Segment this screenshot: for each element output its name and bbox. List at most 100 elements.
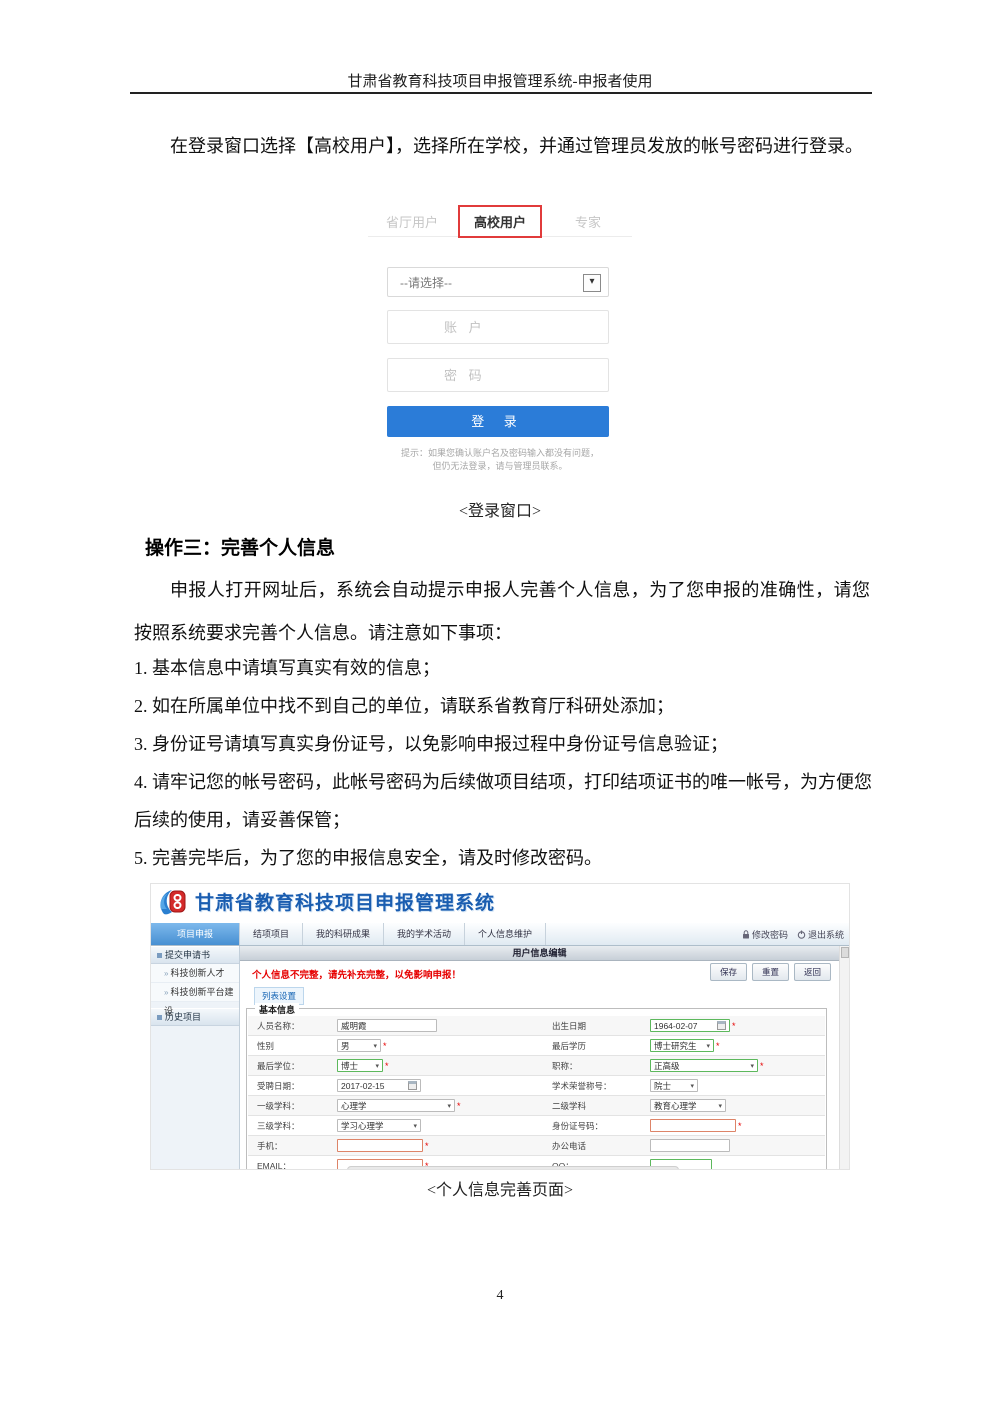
change-password-link[interactable]: 修改密码	[742, 928, 788, 941]
tab-provincial-user[interactable]: 省厅用户	[368, 212, 456, 231]
logout-link[interactable]: 退出系统	[797, 928, 844, 941]
fieldset-legend: 基本信息	[255, 1003, 299, 1016]
required-asterisk	[732, 1021, 736, 1031]
degree-select[interactable]: 博士▾	[337, 1059, 383, 1072]
nav-tab-academic-activities[interactable]: 我的学术活动	[384, 923, 465, 945]
header-rule	[130, 92, 872, 94]
sidebar-group-submit[interactable]: 提交申请书	[151, 946, 239, 964]
main-panel: 用户信息编辑 个人信息不完整，请先补充完整，以免影响申报！ 保存 重置 返回 列…	[240, 946, 839, 1170]
field-label: 三级学科：	[257, 1120, 337, 1132]
calendar-icon[interactable]	[717, 1021, 726, 1030]
scrollbar-thumb[interactable]	[841, 947, 849, 958]
required-asterisk	[738, 1121, 742, 1131]
login-hint: 提示：如果您确认账户名及密码输入都没有问题， 但仍无法登录，请与管理员联系。	[368, 447, 632, 473]
logout-label: 退出系统	[808, 928, 844, 941]
hire-date-input[interactable]: 2017-02-15	[337, 1079, 421, 1092]
reset-button[interactable]: 重置	[752, 963, 789, 981]
field-label: 一级学科：	[257, 1100, 337, 1112]
list-item: 2. 如在所属单位中找不到自己的单位，请联系省教育厅科研处添加；	[134, 687, 872, 725]
nav-right: 修改密码 退出系统	[742, 923, 844, 946]
list-item: 3. 身份证号请填写真实身份证号，以免影响申报过程中身份证号信息验证；	[134, 725, 872, 763]
login-window-screenshot: 省厅用户 高校用户 专家 --请选择-- ▾ 账 户 密 码 登 录 提示：如果…	[368, 206, 632, 486]
school-select[interactable]: --请选择-- ▾	[387, 267, 609, 297]
table-row: 三级学科： 学习心理学▾ 身份证号码：	[248, 1116, 825, 1136]
field-label: 办公电话	[552, 1140, 650, 1152]
lock-icon	[742, 930, 750, 939]
field-label: 身份证号码：	[552, 1120, 650, 1132]
nav-tab-project-apply[interactable]: 项目申报	[151, 923, 240, 945]
mobile-input[interactable]	[337, 1139, 423, 1152]
list-item: 4. 请牢记您的帐号密码，此帐号密码为后续做项目结项，打印结项证书的唯一帐号，为…	[134, 763, 872, 839]
discipline1-select[interactable]: 心理学▾	[337, 1099, 455, 1112]
nav-tab-project-closure[interactable]: 结项项目	[240, 923, 303, 945]
login-caption: <登录窗口>	[0, 497, 1000, 521]
form-rows: 人员名称： 威明霞 出生日期 1964-02-07	[248, 1016, 825, 1170]
table-row: 受聘日期： 2017-02-15 学术荣誉称号： 院士▾	[248, 1076, 825, 1096]
chevron-down-icon: ▾	[718, 1102, 722, 1110]
table-row: 一级学科： 心理学▾ 二级学科 教育心理学▾	[248, 1096, 825, 1116]
login-hint-line2: 但仍无法登录，请与管理员联系。	[368, 460, 632, 473]
list-item: 5. 完善完毕后，为了您的申报信息安全，请及时修改密码。	[134, 839, 872, 877]
red-highlight-frame: 高校用户	[458, 205, 542, 238]
save-button[interactable]: 保存	[710, 963, 747, 981]
discipline3-select[interactable]: 学习心理学▾	[337, 1119, 421, 1132]
required-asterisk	[385, 1061, 389, 1071]
change-password-label: 修改密码	[752, 928, 788, 941]
back-button[interactable]: 返回	[794, 963, 831, 981]
honor-select[interactable]: 院士▾	[650, 1079, 698, 1092]
table-row: 最后学位： 博士▾ 职称： 正高级▾	[248, 1056, 825, 1076]
action-buttons: 保存 重置 返回	[710, 963, 831, 981]
login-hint-line1: 提示：如果您确认账户名及密码输入都没有问题，	[368, 447, 632, 460]
education-select[interactable]: 博士研究生▾	[650, 1039, 714, 1052]
field-label: 人员名称：	[257, 1020, 337, 1032]
sidebar-group-history[interactable]: 历史项目	[151, 1008, 239, 1026]
profile-page-screenshot: 甘肃省教育科技项目申报管理系统 项目申报 结项项目 我的科研成果 我的学术活动 …	[150, 883, 850, 1170]
title-select[interactable]: 正高级▾	[650, 1059, 758, 1072]
name-input[interactable]: 威明霞	[337, 1019, 437, 1032]
field-label: 手机：	[257, 1140, 337, 1152]
chevron-down-icon: ▾	[413, 1122, 417, 1130]
birthdate-input[interactable]: 1964-02-07	[650, 1019, 730, 1032]
field-label: 受聘日期：	[257, 1080, 337, 1092]
doc-header-title: 甘肃省教育科技项目申报管理系统-申报者使用	[0, 70, 1000, 91]
nav-tab-personal-info[interactable]: 个人信息维护	[465, 923, 546, 945]
discipline2-select[interactable]: 教育心理学▾	[650, 1099, 726, 1112]
portal-title: 甘肃省教育科技项目申报管理系统	[195, 884, 495, 923]
cutoff-input	[347, 1166, 679, 1170]
required-asterisk	[457, 1101, 461, 1111]
calendar-icon[interactable]	[408, 1081, 417, 1090]
required-asterisk	[760, 1061, 764, 1071]
sidebar-item-innovation-talent[interactable]: »科技创新人才	[151, 964, 239, 983]
paragraph-profile-intro: 申报人打开网址后，系统会自动提示申报人完善个人信息，为了您申报的准确性，请您按照…	[134, 569, 870, 655]
tab-university-user[interactable]: 高校用户	[456, 205, 544, 238]
power-icon	[797, 930, 806, 939]
gender-select[interactable]: 男▾	[337, 1039, 381, 1052]
sidebar-item-label: 科技创新人才	[170, 968, 224, 978]
item-arrow-icon: »	[164, 969, 168, 978]
required-asterisk	[425, 1141, 429, 1151]
notes-list: 1. 基本信息中请填写真实有效的信息； 2. 如在所属单位中找不到自己的单位，请…	[134, 649, 872, 877]
tab-expert[interactable]: 专家	[544, 212, 632, 231]
scrollbar[interactable]	[839, 946, 849, 1170]
login-button[interactable]: 登 录	[387, 406, 609, 437]
office-phone-input[interactable]	[650, 1139, 730, 1152]
field-label: 最后学位：	[257, 1060, 337, 1072]
sidebar-item-innovation-platform[interactable]: »科技创新平台建设	[151, 983, 239, 1002]
table-row: 人员名称： 威明霞 出生日期 1964-02-07	[248, 1016, 825, 1036]
password-input[interactable]: 密 码	[387, 358, 609, 392]
app-logo-icon	[157, 887, 190, 920]
account-input[interactable]: 账 户	[387, 310, 609, 344]
field-label: EMAIL：	[257, 1160, 337, 1171]
chevron-down-icon[interactable]: ▾	[583, 274, 601, 292]
field-label: 二级学科	[552, 1100, 650, 1112]
field-label: 出生日期	[552, 1020, 650, 1032]
chevron-down-icon: ▾	[447, 1102, 451, 1110]
group-bullet-icon	[157, 1015, 162, 1020]
id-number-input[interactable]	[650, 1119, 736, 1132]
required-asterisk	[383, 1041, 387, 1051]
sidebar-group-history-label: 历史项目	[165, 1012, 201, 1022]
nav-tab-research-results[interactable]: 我的科研成果	[303, 923, 384, 945]
sidebar: 提交申请书 »科技创新人才 »科技创新平台建设 历史项目	[151, 946, 240, 1170]
chevron-down-icon: ▾	[706, 1042, 710, 1050]
field-label: 学术荣誉称号：	[552, 1080, 650, 1092]
